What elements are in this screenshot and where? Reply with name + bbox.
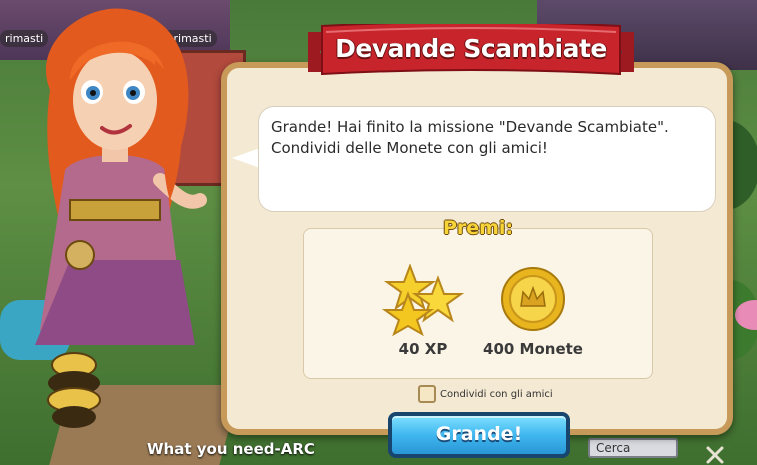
xp-stars-icon [382,264,464,336]
character-portrait [35,8,207,345]
message-line: Grande! Hai finito la missione "Devande … [271,118,669,136]
coins-reward-label: 400 Monete [483,340,583,358]
speech-bubble: Grande! Hai finito la missione "Devande … [258,106,716,212]
search-input[interactable]: Cerca [588,438,678,458]
xp-reward-label: 40 XP [398,340,448,358]
speech-tail [232,148,260,168]
grande-button[interactable]: Grande! [388,412,570,458]
title-banner: Devande Scambiate [308,24,634,80]
message-line: Condividi delle Monete con gli amici! [271,139,548,157]
dialog-title: Devande Scambiate [335,34,607,63]
rewards-title: Premi: [442,217,514,239]
share-checkbox-label: Condividi con gli amici [440,388,553,400]
share-option[interactable]: Condividi con gli amici [418,383,553,405]
gold-coin-icon [501,267,565,331]
mission-message: Grande! Hai finito la missione "Devande … [271,117,703,159]
close-icon[interactable] [705,445,725,465]
share-checkbox[interactable] [418,385,436,403]
bottom-quest-label: What you need-ARC [147,440,315,458]
